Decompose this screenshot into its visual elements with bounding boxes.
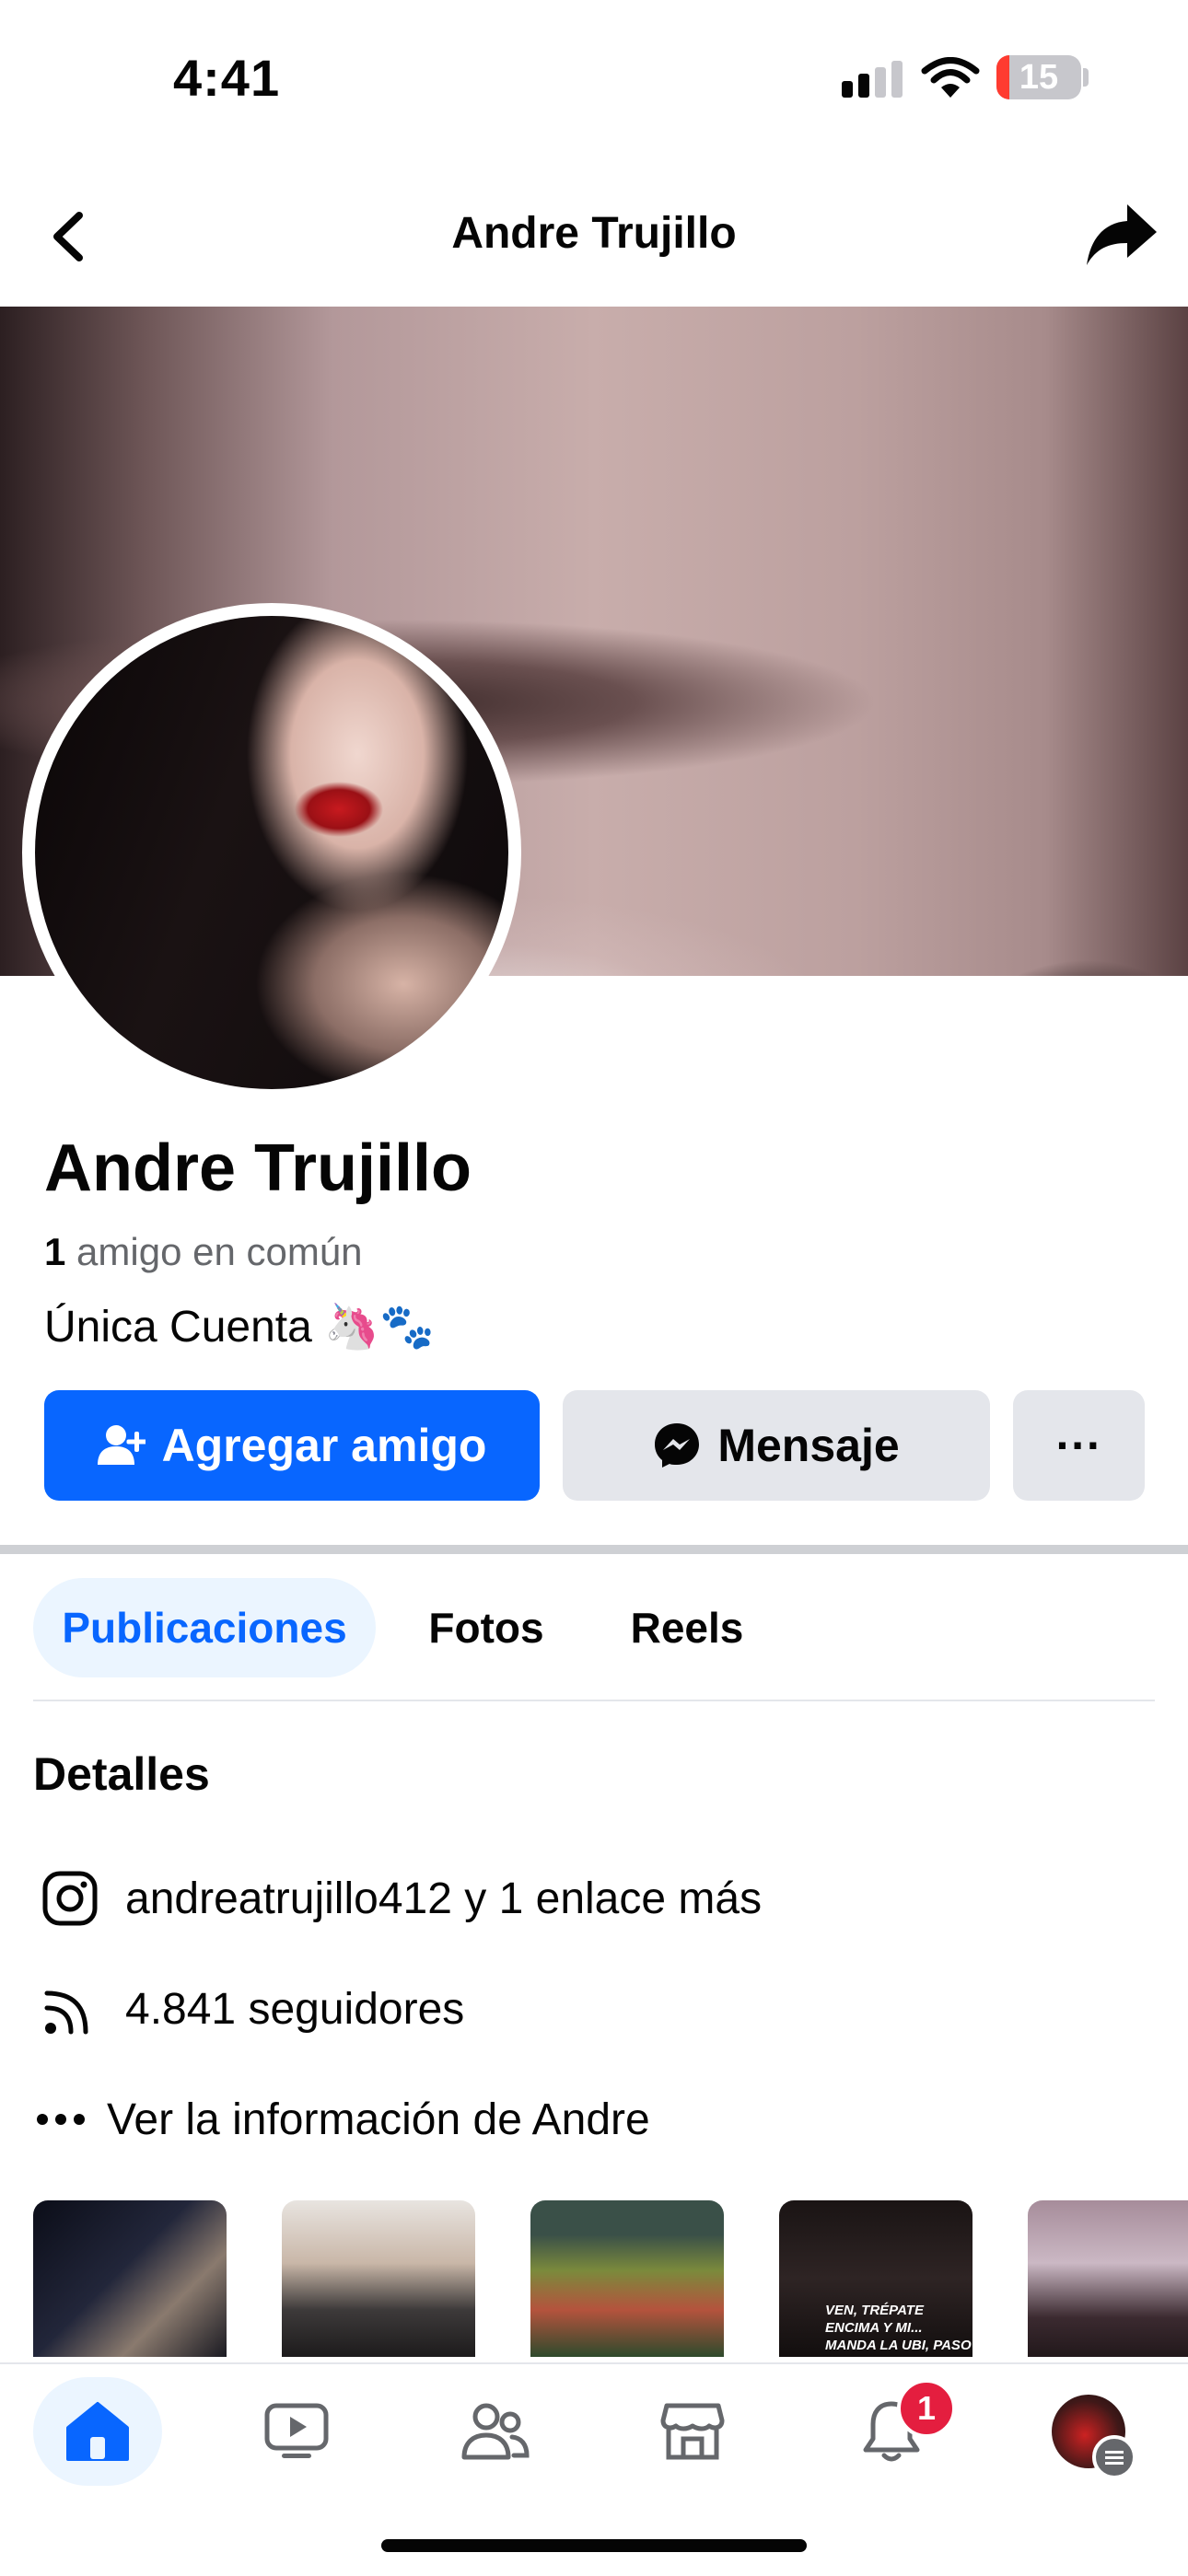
message-label: Mensaje xyxy=(717,1420,900,1471)
tab-photos[interactable]: Fotos xyxy=(396,1578,577,1677)
battery-cap xyxy=(1083,68,1089,87)
notification-badge: 1 xyxy=(897,2379,956,2438)
tabs-divider xyxy=(33,1700,1155,1701)
share-icon xyxy=(1087,204,1157,265)
tab-posts[interactable]: Publicaciones xyxy=(33,1578,376,1677)
profile-name: Andre Trujillo xyxy=(44,1131,472,1205)
detail-followers[interactable]: 4.841 seguidores xyxy=(33,1972,464,2046)
nav-profile-menu[interactable] xyxy=(1024,2377,1153,2486)
message-button[interactable]: Mensaje xyxy=(563,1390,990,1501)
mutual-friends[interactable]: 1 amigo en común xyxy=(44,1230,363,1274)
page-title: Andre Trujillo xyxy=(451,209,737,258)
about-text: Ver la información de Andre xyxy=(107,2094,650,2144)
menu-icon xyxy=(1092,2435,1136,2479)
rss-icon xyxy=(44,1990,88,2035)
detail-instagram[interactable]: andreatrujillo412 y 1 enlace más xyxy=(33,1862,762,1935)
home-indicator[interactable] xyxy=(381,2539,807,2552)
photo-thumbnail[interactable]: VEN, TRÉPATE ENCIMA Y MI... MANDA LA UBI… xyxy=(779,2200,973,2357)
battery-level: 15 xyxy=(1019,58,1059,97)
photo-thumbnail[interactable] xyxy=(33,2200,227,2357)
profile-bio: Única Cuenta 🦄🐾 xyxy=(44,1303,435,1352)
add-friend-button[interactable]: Agregar amigo xyxy=(44,1390,540,1501)
friends-icon xyxy=(461,2403,530,2460)
details-title: Detalles xyxy=(33,1748,210,1800)
messenger-icon xyxy=(655,1423,700,1468)
marketplace-icon xyxy=(660,2403,725,2460)
status-time: 4:41 xyxy=(173,49,281,107)
photo-thumbnail[interactable] xyxy=(530,2200,724,2357)
thumbnail-caption: VEN, TRÉPATE ENCIMA Y MI... MANDA LA UBI… xyxy=(825,2303,972,2357)
detail-about[interactable]: Ver la información de Andre xyxy=(33,2083,650,2156)
instagram-text: andreatrujillo412 y 1 enlace más xyxy=(125,1874,763,1923)
home-icon xyxy=(66,2402,129,2461)
tab-reels[interactable]: Reels xyxy=(599,1578,775,1677)
more-dots-icon xyxy=(37,2114,85,2125)
nav-home[interactable] xyxy=(33,2377,162,2486)
more-dots-icon: ··· xyxy=(1055,1420,1102,1471)
photo-thumbnail[interactable] xyxy=(1028,2200,1188,2357)
nav-friends[interactable] xyxy=(431,2377,560,2486)
mutual-count: 1 xyxy=(44,1230,66,1273)
section-divider xyxy=(0,1545,1188,1554)
battery-icon: 15 xyxy=(996,55,1081,99)
nav-marketplace[interactable] xyxy=(628,2377,757,2486)
share-button[interactable] xyxy=(1083,197,1160,274)
followers-text: 4.841 seguidores xyxy=(125,1984,465,2034)
video-icon xyxy=(264,2403,329,2458)
profile-avatar[interactable] xyxy=(35,616,508,1089)
wifi-icon xyxy=(921,57,980,98)
add-friend-icon xyxy=(97,1425,146,1465)
profile-thumbnail xyxy=(1052,2395,1136,2479)
nav-video[interactable] xyxy=(232,2377,361,2486)
instagram-icon xyxy=(42,1871,98,1926)
more-options-button[interactable]: ··· xyxy=(1013,1390,1145,1501)
photo-thumbnail[interactable] xyxy=(282,2200,475,2357)
mutual-text: amigo en común xyxy=(65,1230,363,1273)
add-friend-label: Agregar amigo xyxy=(161,1420,487,1471)
cellular-signal-icon xyxy=(842,61,903,98)
